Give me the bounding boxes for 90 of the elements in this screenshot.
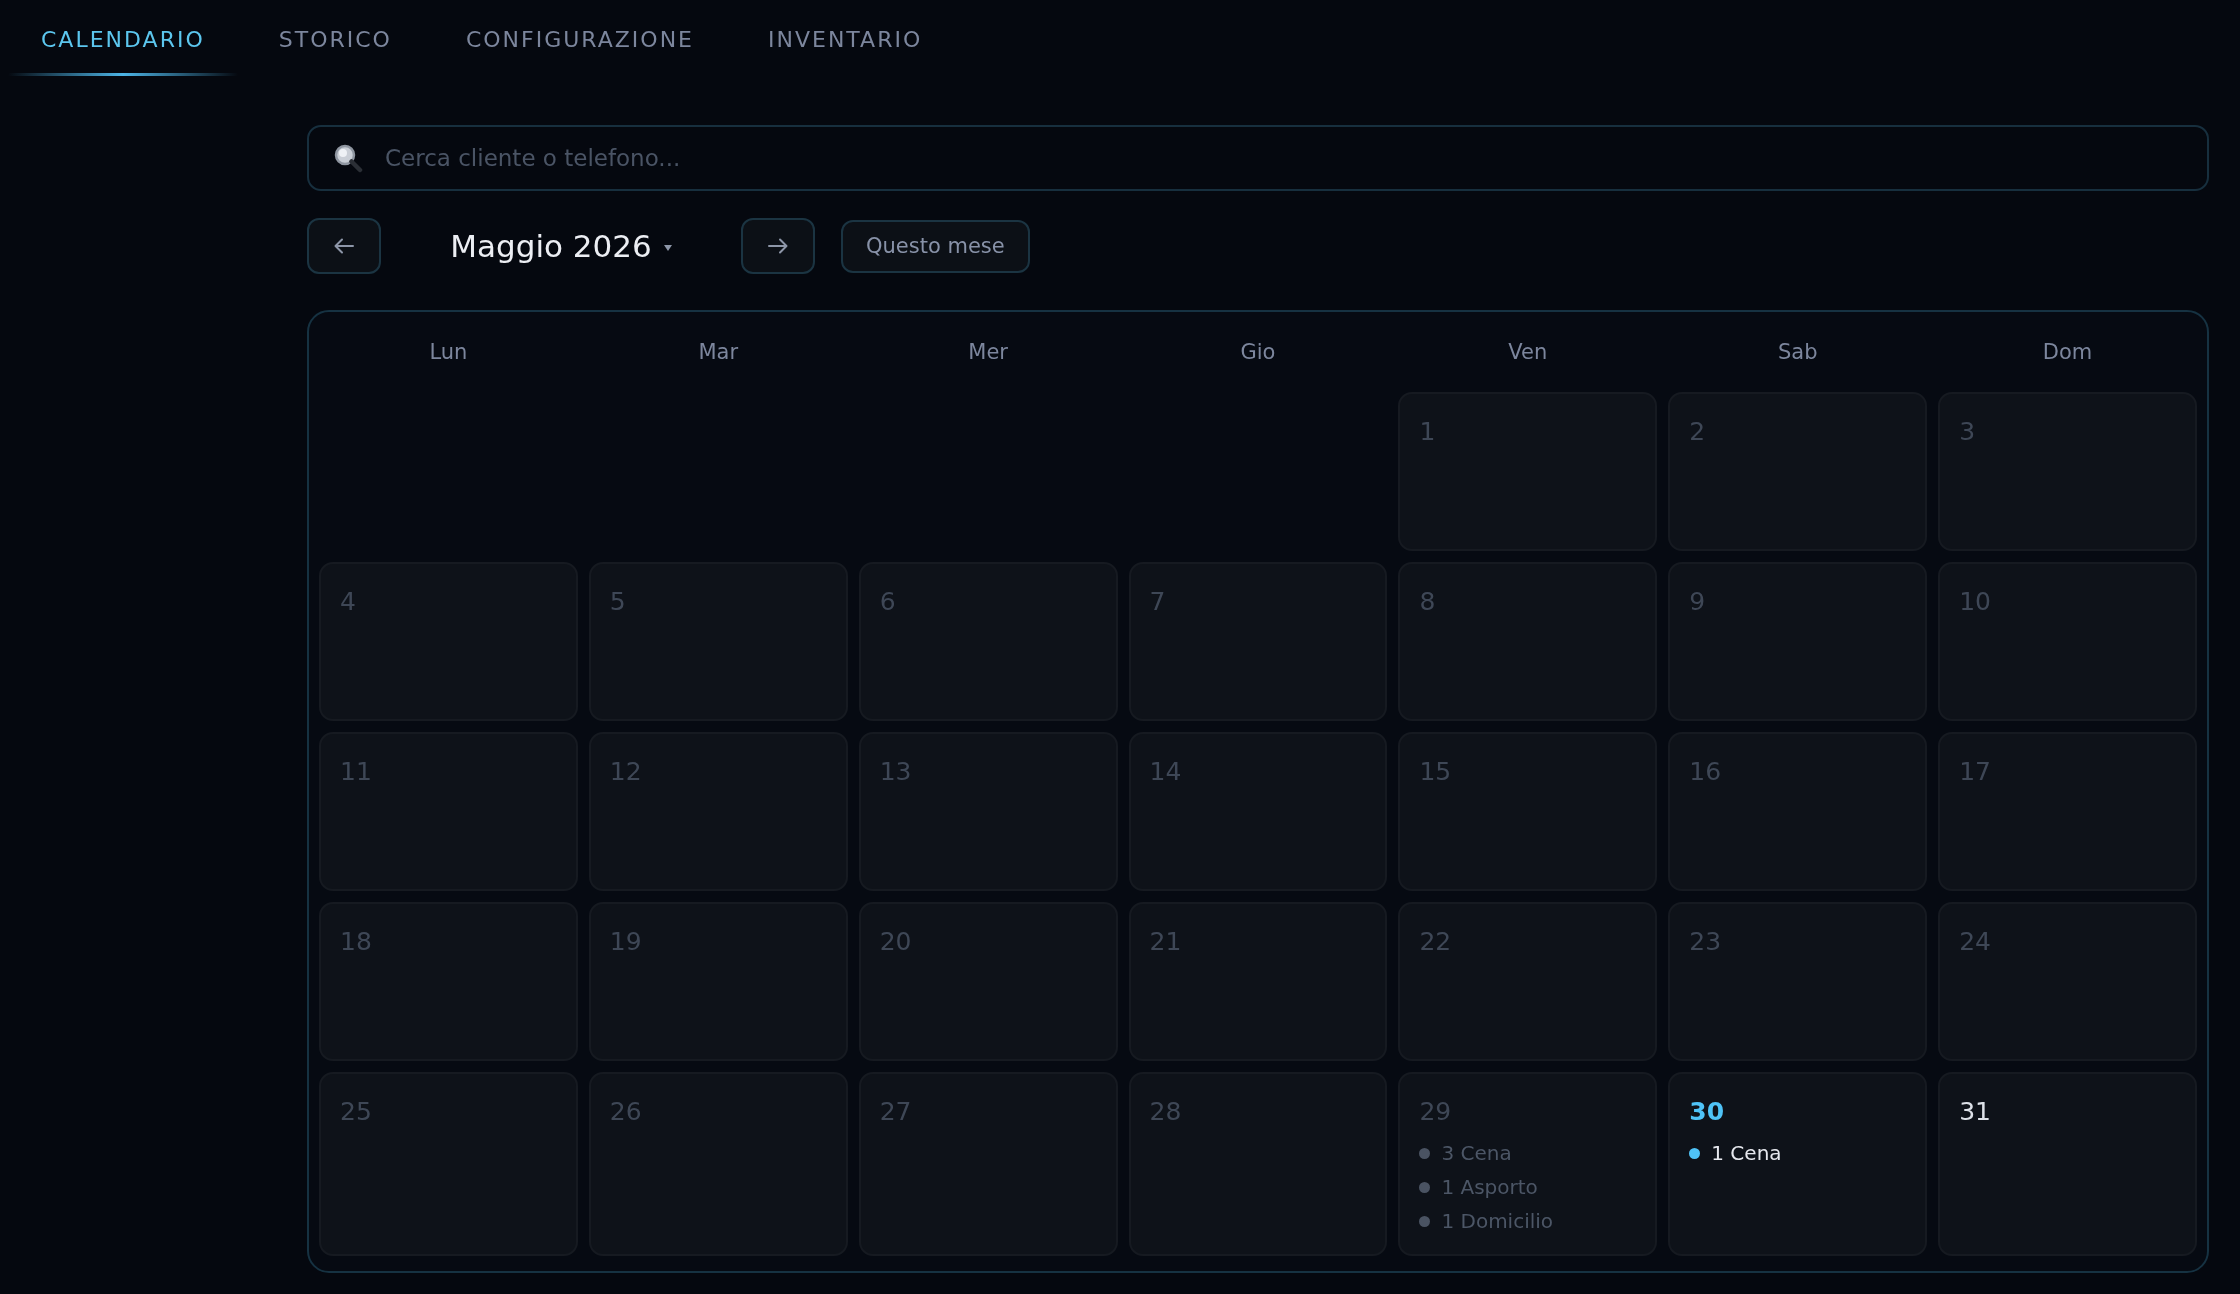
day-number: 19	[609, 926, 642, 958]
day-cell[interactable]: 27	[858, 1072, 1118, 1256]
previous-month-button[interactable]	[307, 218, 381, 274]
day-cell[interactable]: 9	[1668, 562, 1928, 721]
day-number: 3	[1959, 416, 1976, 448]
day-number: 26	[609, 1096, 642, 1128]
day-cell[interactable]: 30 1 Cena	[1668, 1072, 1928, 1256]
day-number: 2	[1689, 416, 1706, 448]
day-number: 23	[1689, 926, 1722, 958]
day-number: 20	[879, 926, 912, 958]
day-number: 5	[609, 586, 626, 618]
day-cell[interactable]: 21	[1128, 902, 1388, 1061]
day-cell[interactable]: 3	[1938, 392, 2197, 551]
dot-icon	[1419, 1147, 1431, 1159]
weekday-label: Mar	[698, 340, 739, 364]
day-number: 24	[1959, 926, 1991, 958]
day-number: 12	[609, 756, 642, 788]
day-number: 6	[879, 586, 896, 618]
day-cell[interactable]: 2	[1668, 392, 1928, 551]
day-number: 8	[1419, 586, 1436, 618]
weekday-label: Sab	[1777, 340, 1818, 364]
day-cell[interactable]: 6	[858, 562, 1118, 721]
search-field[interactable]: Cerca cliente o telefono...	[307, 125, 2209, 191]
day-cell[interactable]: 16	[1668, 732, 1928, 891]
arrow-right-icon	[768, 238, 788, 254]
day-number: 16	[1689, 756, 1722, 788]
weekday-label: Dom	[2042, 340, 2093, 364]
tab[interactable]: STORICO	[245, 0, 425, 78]
day-number: 27	[879, 1096, 912, 1128]
day-number: 25	[340, 1096, 372, 1128]
weekday-label: Mer	[968, 340, 1008, 364]
event-summary: 1 Asporto	[1441, 1175, 1538, 1199]
this-month-button[interactable]: Questo mese	[841, 219, 1030, 273]
day-cell[interactable]: 8	[1398, 562, 1658, 721]
month-picker-button[interactable]: Maggio 2026	[450, 228, 672, 264]
day-cell[interactable]: 14	[1128, 732, 1388, 891]
next-month-button[interactable]	[741, 218, 815, 274]
event-summary: 3 Cena	[1441, 1141, 1512, 1165]
day-cell[interactable]: 29 3 Cena 1 Asporto 1 Domicilio	[1398, 1072, 1658, 1256]
day-number: 15	[1419, 756, 1452, 788]
day-number: 7	[1149, 586, 1166, 618]
day-cell[interactable]: 15	[1398, 732, 1658, 891]
day-cell[interactable]: 13	[858, 732, 1118, 891]
day-number: 13	[879, 756, 912, 788]
day-cell[interactable]: 25	[319, 1072, 578, 1256]
day-cell[interactable]: 18	[319, 902, 578, 1061]
dot-icon	[1419, 1181, 1431, 1193]
day-cell[interactable]: 12	[588, 732, 848, 891]
day-cell[interactable]: 22	[1398, 902, 1658, 1061]
event-summary: 1 Cena	[1711, 1141, 1782, 1165]
arrow-left-icon	[334, 238, 354, 254]
day-cell[interactable]: 5	[588, 562, 848, 721]
caret-icon	[663, 245, 672, 251]
event-summary: 1 Domicilio	[1441, 1209, 1554, 1233]
weekday-label: Lun	[429, 340, 468, 364]
weekday-label: Ven	[1508, 340, 1548, 364]
day-number: 14	[1149, 756, 1182, 788]
day-number: 1	[1419, 416, 1436, 448]
day-number: 21	[1149, 926, 1182, 958]
dot-icon	[1689, 1147, 1701, 1159]
day-number: 28	[1149, 1096, 1182, 1128]
day-cell[interactable]: 28	[1128, 1072, 1388, 1256]
day-cell[interactable]: 10	[1938, 562, 2197, 721]
tab[interactable]: INVENTARIO	[735, 0, 956, 78]
day-cell[interactable]: 11	[319, 732, 578, 891]
day-number: 22	[1419, 926, 1452, 958]
day-cell[interactable]: 20	[858, 902, 1118, 1061]
day-cell[interactable]: 1	[1398, 392, 1658, 551]
day-cell[interactable]: 31	[1938, 1072, 2197, 1256]
day-cell[interactable]: 26	[588, 1072, 848, 1256]
day-cell[interactable]: 24	[1938, 902, 2197, 1061]
day-number: 10	[1959, 586, 1991, 618]
day-number: 18	[340, 926, 372, 958]
day-cell[interactable]: 7	[1128, 562, 1388, 721]
tab[interactable]: CONFIGURAZIONE	[432, 0, 727, 78]
dot-icon	[1419, 1215, 1431, 1227]
day-number: 17	[1959, 756, 1991, 788]
day-cell[interactable]: 19	[588, 902, 848, 1061]
day-number: 31	[1959, 1096, 1991, 1128]
day-number: 4	[340, 586, 356, 618]
day-number: 9	[1689, 586, 1706, 618]
tab[interactable]: CALENDARIO	[8, 0, 238, 78]
day-cell[interactable]: 4	[319, 562, 578, 721]
search-icon	[333, 143, 363, 173]
weekday-label: Gio	[1240, 340, 1276, 364]
day-number: 29	[1419, 1096, 1452, 1128]
day-cell[interactable]: 23	[1668, 902, 1928, 1061]
day-number: 11	[340, 756, 372, 788]
day-number: 30	[1689, 1096, 1725, 1128]
day-cell[interactable]: 17	[1938, 732, 2197, 891]
